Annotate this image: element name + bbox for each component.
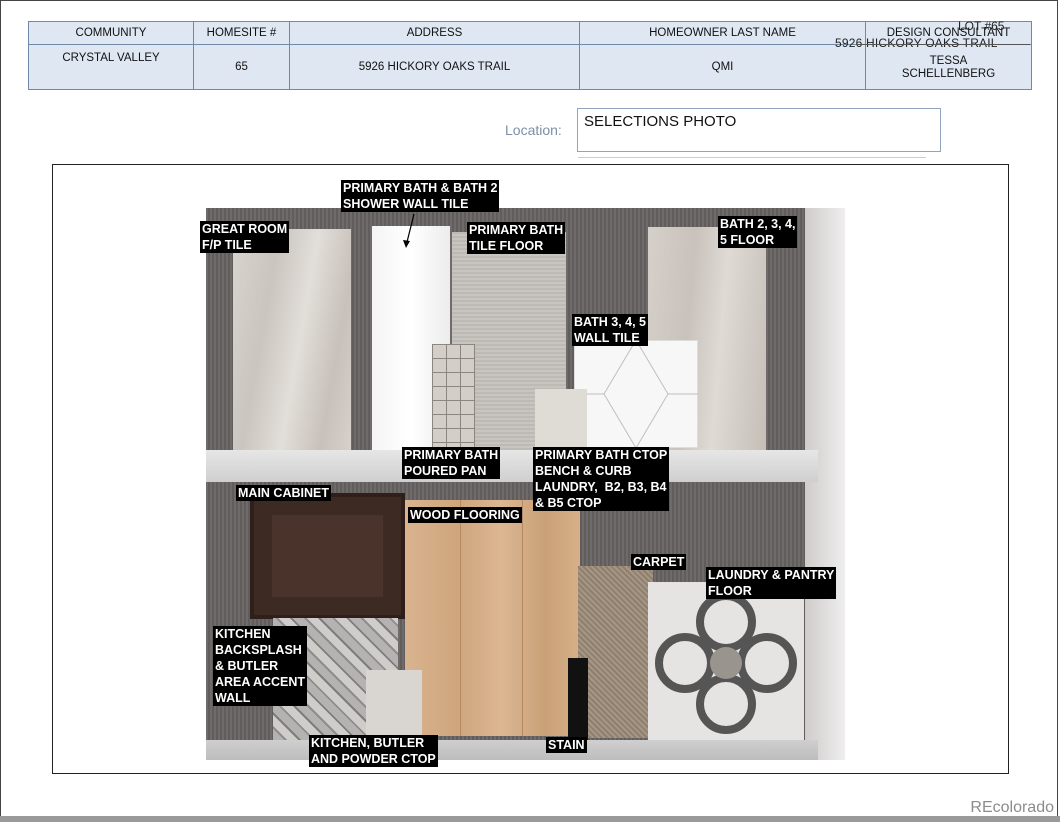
header-value-community: CRYSTAL VALLEY bbox=[62, 52, 160, 64]
arrow-icon bbox=[403, 213, 415, 248]
header-label-homesite: HOMESITE # bbox=[194, 22, 289, 45]
label-carpet: CARPET bbox=[631, 554, 687, 570]
main-cabinet-panel bbox=[272, 515, 383, 597]
col-consultant: DESIGN CONSULTANT TESSA SCHELLENBERG bbox=[866, 22, 1031, 89]
header-table: COMMUNITY CRYSTAL VALLEY HOMESITE # 65 A… bbox=[28, 21, 1032, 90]
location-value: SELECTIONS PHOTO bbox=[584, 113, 737, 130]
col-address: ADDRESS 5926 HICKORY OAKS TRAIL bbox=[290, 22, 580, 89]
col-homesite: HOMESITE # 65 bbox=[194, 22, 290, 89]
header-label-address: ADDRESS bbox=[290, 22, 579, 45]
display-shelf bbox=[206, 450, 818, 482]
col-community: COMMUNITY CRYSTAL VALLEY bbox=[29, 22, 194, 89]
wood-seam bbox=[460, 500, 461, 736]
label-stain: STAIN bbox=[546, 737, 587, 753]
carpet-sample bbox=[578, 566, 653, 738]
hexagon-pattern-icon bbox=[574, 340, 698, 448]
header-value-address: 5926 HICKORY OAKS TRAIL bbox=[358, 61, 511, 73]
label-great-room: GREAT ROOM F/P TILE bbox=[200, 221, 290, 253]
label-bath-floor: BATH 2, 3, 4, 5 FLOOR bbox=[718, 216, 798, 248]
label-laundry-floor: LAUNDRY & PANTRY FLOOR bbox=[706, 567, 837, 599]
overlay-underline bbox=[858, 44, 1030, 45]
header-label-community: COMMUNITY bbox=[29, 22, 193, 45]
floor-base bbox=[206, 740, 818, 760]
lot-number-overlay: LOT #65 bbox=[958, 19, 1005, 33]
label-main-cabinet: MAIN CABINET bbox=[236, 485, 331, 501]
label-wood-flooring: WOOD FLOORING bbox=[408, 507, 522, 523]
watermark: REcolorado bbox=[970, 799, 1054, 816]
label-shower-wall: PRIMARY BATH & BATH 2 SHOWER WALL TILE bbox=[341, 180, 500, 212]
kitchen-ctop-sample bbox=[366, 670, 422, 740]
label-primary-floor: PRIMARY BATH TILE FLOOR bbox=[467, 222, 566, 254]
col-homeowner: HOMEOWNER LAST NAME QMI bbox=[580, 22, 866, 89]
label-ctop: PRIMARY BATH CTOP BENCH & CURB LAUNDRY, … bbox=[533, 447, 670, 511]
header-value-homeowner: QMI bbox=[711, 61, 734, 73]
header-label-homeowner: HOMEOWNER LAST NAME bbox=[580, 22, 865, 45]
great-room-tile bbox=[233, 229, 351, 452]
label-bath-wall: BATH 3, 4, 5 WALL TILE bbox=[572, 314, 649, 346]
location-label: Location: bbox=[505, 122, 562, 138]
bottom-strip bbox=[0, 816, 1060, 822]
label-kitchen-ctop: KITCHEN, BUTLER AND POWDER CTOP bbox=[309, 735, 438, 767]
poured-pan-tile bbox=[432, 344, 475, 452]
stain-sample bbox=[568, 658, 588, 740]
location-divider bbox=[578, 157, 926, 158]
quatrefoil-pattern-icon bbox=[655, 592, 797, 734]
photo-right-edge bbox=[805, 208, 845, 760]
label-backsplash: KITCHEN BACKSPLASH & BUTLER AREA ACCENT … bbox=[213, 626, 308, 706]
header-value-homesite: 65 bbox=[235, 61, 248, 73]
wood-flooring-sample bbox=[405, 500, 580, 736]
header-value-consultant: TESSA SCHELLENBERG bbox=[901, 54, 996, 80]
wood-seam-2 bbox=[522, 500, 523, 736]
address-overlay: 5926 HICKORY OAKS TRAIL bbox=[835, 36, 998, 50]
label-poured-pan: PRIMARY BATH POURED PAN bbox=[402, 447, 501, 479]
ctop-sample bbox=[535, 389, 587, 451]
